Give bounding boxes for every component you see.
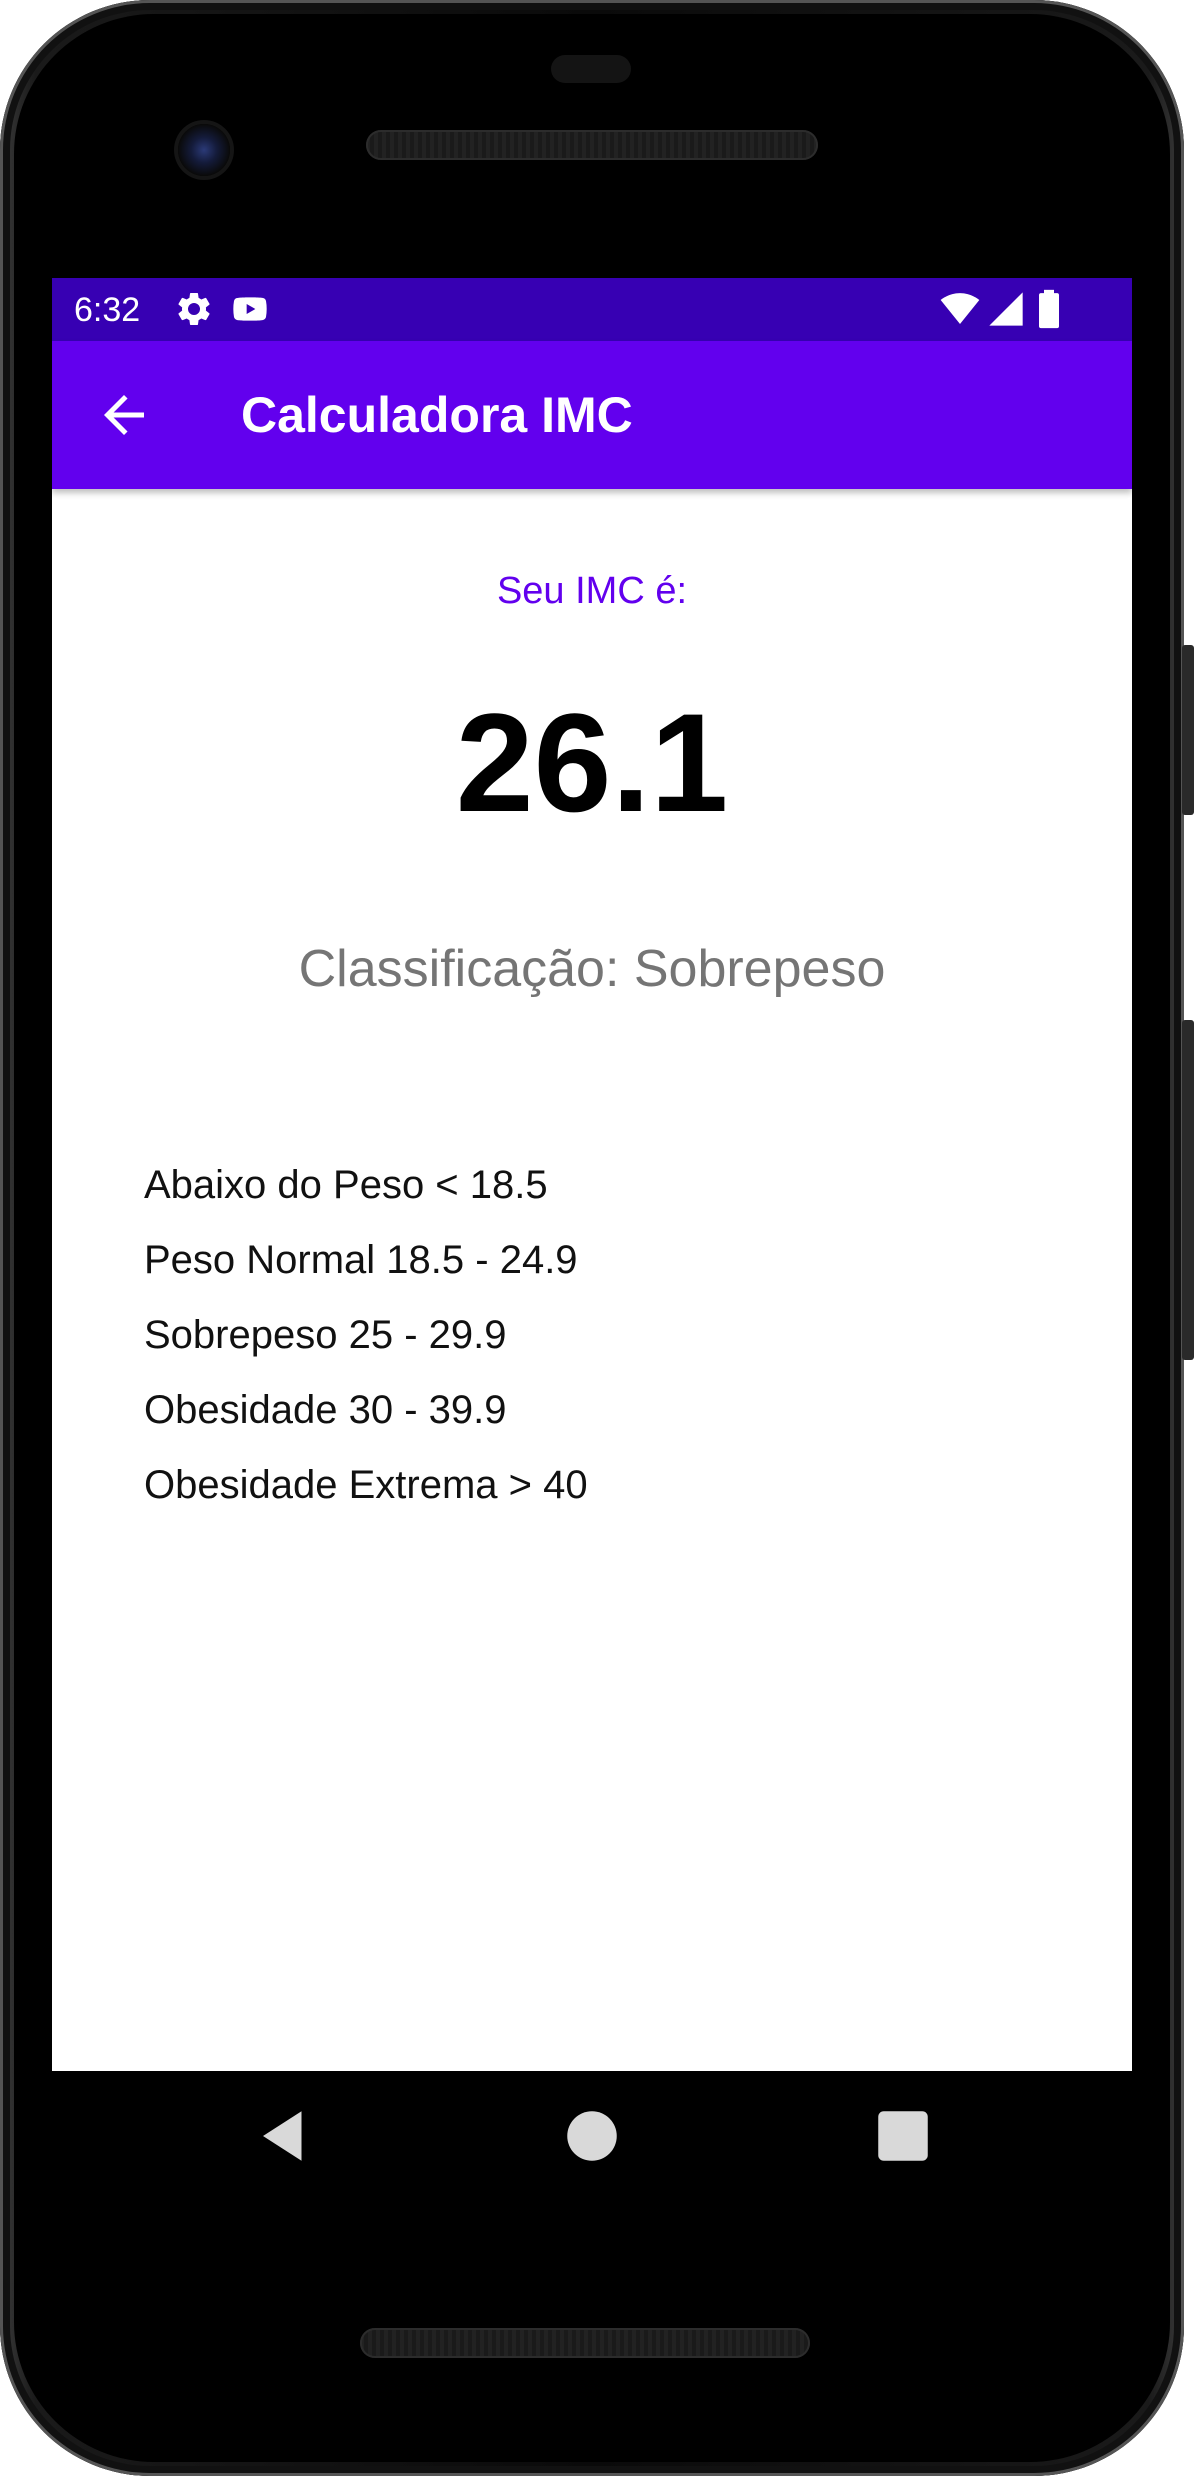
app-bar: Calculadora IMC — [52, 341, 1132, 489]
status-bar: 6:32 — [52, 278, 1132, 341]
range-item-extreme-obesity: Obesidade Extrema > 40 — [144, 1463, 588, 1507]
front-camera-icon — [178, 124, 230, 176]
phone-frame: 6:32 Calculadora IMC Seu IMC é: 26.1 Cla… — [0, 0, 1194, 2476]
power-button — [1182, 645, 1194, 815]
imc-classification: Classificação: Sobrepeso — [298, 940, 886, 998]
volume-button — [1182, 1020, 1194, 1360]
youtube-icon — [233, 297, 267, 321]
earpiece-speaker — [366, 130, 818, 160]
proximity-sensor — [551, 55, 631, 83]
settings-gear-icon — [178, 292, 210, 325]
range-item-obesity: Obesidade 30 - 39.9 — [144, 1388, 507, 1432]
back-triangle-icon[interactable] — [252, 2103, 318, 2169]
imc-label: Seu IMC é: — [496, 570, 688, 612]
cell-signal-icon — [989, 292, 1023, 326]
range-item-normal: Peso Normal 18.5 - 24.9 — [144, 1238, 578, 1282]
battery-icon — [1039, 289, 1059, 329]
recents-square-icon[interactable] — [870, 2103, 936, 2169]
imc-ranges-list: Abaixo do Peso < 18.5 Peso Normal 18.5 -… — [144, 1148, 588, 1523]
imc-value: 26.1 — [455, 684, 729, 841]
system-nav-bar — [52, 2071, 1132, 2201]
wifi-icon — [940, 293, 980, 324]
app-screen: 6:32 Calculadora IMC Seu IMC é: 26.1 Cla… — [52, 278, 1132, 2071]
status-time: 6:32 — [74, 291, 141, 329]
home-circle-icon[interactable] — [559, 2103, 625, 2169]
bottom-speaker — [360, 2328, 810, 2358]
range-item-overweight: Sobrepeso 25 - 29.9 — [144, 1313, 507, 1357]
app-title: Calculadora IMC — [241, 387, 633, 443]
arrow-back-icon[interactable] — [94, 385, 154, 445]
range-item-underweight: Abaixo do Peso < 18.5 — [144, 1163, 548, 1207]
